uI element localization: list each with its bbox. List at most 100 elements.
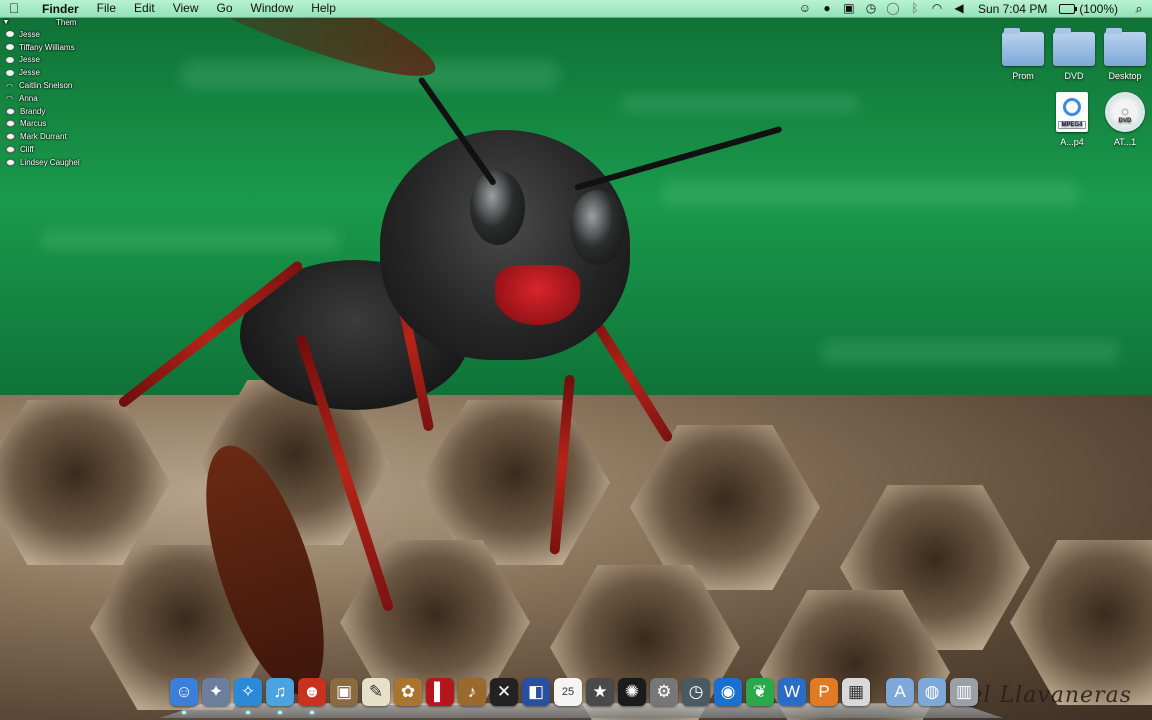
adium-icon[interactable]: ☻	[298, 678, 326, 714]
quicktime-icon[interactable]: ◉	[714, 678, 742, 706]
powerpoint-icon[interactable]: P	[810, 678, 838, 706]
word-icon[interactable]: W	[778, 678, 806, 706]
time-machine-icon[interactable]: ◷	[860, 0, 882, 17]
spotlight-search-icon[interactable]: ⌕	[1126, 1, 1152, 17]
buddy-status-icon	[6, 69, 14, 76]
trash-icon[interactable]: ▥	[950, 678, 978, 706]
buddy-name: Caitlin Snelson	[19, 81, 73, 91]
dock-separator	[874, 677, 882, 707]
wifi-icon[interactable]: ◠	[926, 0, 948, 17]
menu-file[interactable]: File	[88, 0, 125, 17]
bluetooth-icon[interactable]: ᛒ	[904, 0, 926, 17]
apple-icon[interactable]: 	[0, 0, 28, 17]
applications-folder-icon[interactable]: A	[886, 678, 914, 706]
growl-icon[interactable]: ❦	[746, 678, 774, 706]
preview-icon[interactable]: ✦	[202, 678, 230, 706]
time-machine-icon[interactable]: ◷	[682, 678, 710, 706]
record-icon[interactable]: ●	[816, 0, 838, 17]
menu-go[interactable]: Go	[208, 0, 242, 17]
buddy-status-icon	[6, 120, 15, 128]
photo-booth-icon[interactable]: ▌	[426, 678, 454, 706]
buddy-name: Tiffany Williams	[19, 42, 75, 52]
system-preferences-icon[interactable]: ⚙	[650, 678, 678, 706]
buddy-row[interactable]: Cliff	[0, 143, 90, 156]
menu-bar:  Finder File Edit View Go Window Help ☺…	[0, 0, 1152, 18]
ichat-theater-icon[interactable]: ✿	[394, 678, 422, 706]
desktop-folder-dvd[interactable]: DVD	[1048, 28, 1100, 81]
menu-edit[interactable]: Edit	[125, 0, 164, 17]
mpeg4-file-icon: MPEG4	[1056, 92, 1088, 132]
dock-item-glyph: ▥	[955, 682, 973, 701]
buddy-group-name: Them	[56, 18, 77, 27]
wifi-status-icon: ◠	[6, 81, 13, 91]
dock-item-glyph: ♪	[467, 682, 477, 701]
buddy-row[interactable]: ◠ Anna	[0, 92, 90, 105]
disclosure-triangle-icon[interactable]: ▼	[0, 17, 12, 28]
buddy-row[interactable]: Jesse	[0, 28, 90, 41]
wasp-mandible	[495, 265, 580, 325]
ical-icon[interactable]: 25	[554, 678, 582, 706]
desktop-folder-prom[interactable]: Prom	[997, 28, 1049, 81]
safari-icon[interactable]: ✧	[234, 678, 262, 714]
dock-item-glyph: ▣	[335, 682, 353, 701]
buddy-row[interactable]: Jesse	[0, 54, 90, 67]
buddy-row[interactable]: Marcus	[0, 118, 90, 131]
wallpaper-streak	[620, 95, 860, 113]
dock-item-glyph: ◍	[924, 682, 940, 701]
desktop-disc-dvd[interactable]: DVD AT...1	[1099, 92, 1151, 147]
buddy-group-header[interactable]: ▼ Them	[0, 17, 90, 28]
battery-status[interactable]: (100%)	[1055, 2, 1126, 16]
folder-icon	[1053, 28, 1095, 66]
menu-view[interactable]: View	[164, 0, 208, 17]
downloads-folder-icon[interactable]: ◍	[918, 678, 946, 706]
buddy-status-icon	[6, 56, 14, 63]
buddy-row[interactable]: Mark Durrant	[0, 130, 90, 143]
running-indicator	[182, 711, 186, 714]
menu-app-name[interactable]: Finder	[28, 2, 88, 16]
iphoto-icon[interactable]: ▣	[330, 678, 358, 706]
front-row-icon[interactable]: ✺	[618, 678, 646, 706]
chat-bubble-icon[interactable]: ◯	[882, 0, 904, 17]
itunes-icon[interactable]: ♫	[266, 678, 294, 714]
buddy-list: ▼ Them Jesse Tiffany Williams Jesse Jesse ◠ C…	[0, 17, 90, 169]
buddy-name: Lindsey Caughel	[20, 157, 80, 167]
buddy-status-icon	[6, 31, 14, 38]
evernote-icon[interactable]: ▣	[838, 0, 860, 17]
menu-window[interactable]: Window	[242, 0, 303, 17]
excel-icon[interactable]: ▦	[842, 678, 870, 706]
battery-percent: (100%)	[1079, 1, 1118, 16]
garageband-icon[interactable]: ♪	[458, 678, 486, 706]
wasp-eye	[570, 190, 625, 265]
wallpaper-streak	[660, 180, 1080, 206]
dock-item-glyph: ✺	[624, 682, 640, 701]
dock-item-glyph: ☺	[175, 682, 193, 701]
textedit-icon[interactable]: ✎	[362, 678, 390, 706]
finder-icon[interactable]: ☺	[170, 678, 198, 714]
desktop-folder-desktop[interactable]: Desktop	[1099, 28, 1151, 81]
dock-item-glyph: ◧	[527, 682, 545, 701]
imovie-icon[interactable]: ◧	[522, 678, 550, 706]
volume-icon[interactable]: ◀	[948, 0, 970, 17]
xcode-icon[interactable]: ✕	[490, 678, 518, 706]
buddy-name: Marcus	[20, 119, 47, 129]
buddy-name: Mark Durrant	[20, 132, 67, 142]
buddy-name: Cliff	[20, 145, 34, 155]
wallpaper-streak	[820, 340, 1120, 364]
desktop-file-mpeg[interactable]: MPEG4 A...p4	[1046, 92, 1098, 147]
menu-help[interactable]: Help	[302, 0, 345, 17]
buddy-row[interactable]: Brandy	[0, 105, 90, 118]
buddy-row[interactable]: Tiffany Williams	[0, 41, 90, 54]
imovie-star-icon[interactable]: ★	[586, 678, 614, 706]
desktop[interactable]: iel Llavaneras  Finder File Edit View G…	[0, 0, 1152, 720]
dock: ☺ ✦ ✧ ♫ ☻ ▣ ✎ ✿ ▌ ♪ ✕ ◧ 25 ★ ✺ ⚙ ◷ ◉ ❦ W P ▦ A ◍ ▥	[160, 672, 1003, 718]
buddy-row[interactable]: ◠ Caitlin Snelson	[0, 79, 90, 92]
running-indicator	[246, 711, 250, 714]
dock-item-glyph: ★	[592, 682, 608, 701]
growl-icon[interactable]: ☺	[794, 0, 816, 17]
folder-icon	[1104, 28, 1146, 66]
menu-clock[interactable]: Sun 7:04 PM	[970, 2, 1055, 16]
buddy-name: Jesse	[19, 29, 40, 39]
buddy-row[interactable]: Jesse	[0, 66, 90, 79]
buddy-row[interactable]: Lindsey Caughel	[0, 156, 90, 169]
dock-item-glyph: ▌	[433, 682, 447, 701]
